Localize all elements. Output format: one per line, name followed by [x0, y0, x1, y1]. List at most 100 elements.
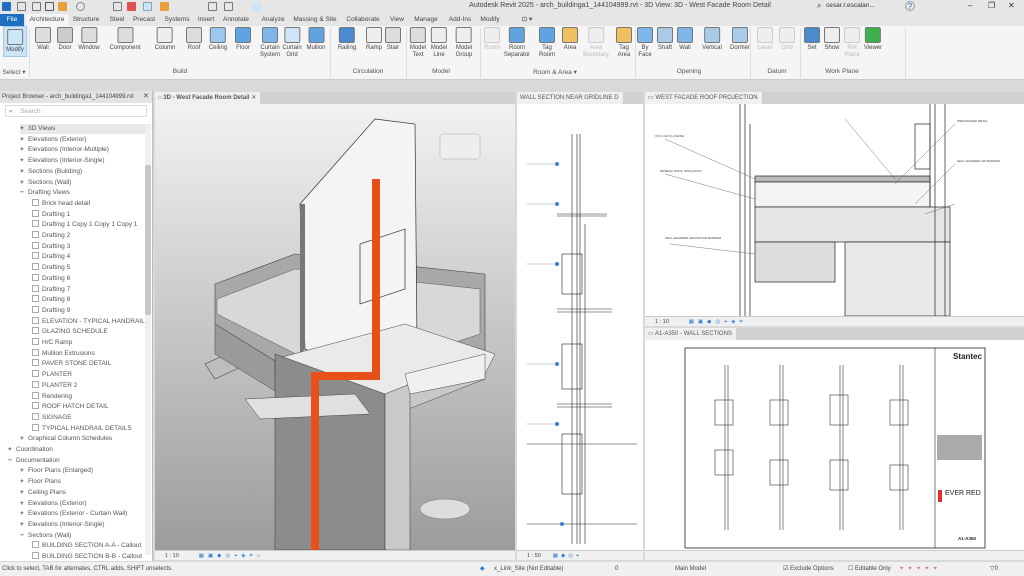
tag-area-button[interactable]: Tag Area — [616, 27, 632, 59]
undo-icon[interactable] — [76, 2, 85, 11]
tree-item[interactable]: − Documentation — [8, 456, 60, 466]
railing-button[interactable]: Railing — [338, 27, 356, 52]
expand-icon[interactable]: + — [20, 145, 28, 155]
tab-systems[interactable]: Systems — [161, 14, 194, 26]
tree-item[interactable]: BUILDING SECTION B-B - Callout — [32, 552, 142, 562]
floor-button[interactable]: Floor — [235, 27, 251, 52]
tab-insert[interactable]: Insert — [194, 14, 218, 26]
collapse-icon[interactable]: − — [8, 456, 16, 466]
tree-item[interactable]: Drafting 8 — [32, 295, 70, 305]
expand-icon[interactable]: + — [20, 499, 28, 509]
set-button[interactable]: Set — [804, 27, 820, 52]
tree-item[interactable]: Drafting 1 — [32, 209, 70, 220]
tree-item[interactable]: + Elevations (Interior-Multiple) — [20, 145, 109, 155]
stair-button[interactable]: Stair — [385, 27, 401, 52]
tree-item[interactable]: Brick head detail — [32, 198, 90, 209]
expand-icon[interactable]: + — [20, 488, 28, 498]
room-button[interactable]: Room — [483, 27, 500, 52]
room-separator-button[interactable]: Room Separator — [504, 27, 530, 59]
open-icon[interactable] — [32, 2, 41, 11]
tree-item[interactable]: + Elevations (Interior-Single) — [20, 156, 105, 166]
expand-icon[interactable]: + — [20, 520, 28, 530]
tab-analyze[interactable]: Analyze — [257, 14, 288, 26]
restore-button[interactable]: ❐ — [988, 1, 995, 10]
tree-item[interactable]: Drafting 2 — [32, 231, 70, 241]
sheet-viewport[interactable]: Stantec EVER RED A1-A350 — [645, 340, 1024, 550]
tree-item[interactable]: ELEVATION - TYPICAL HANDRAIL — [32, 316, 145, 327]
panel-label[interactable]: Room & Area ▾ — [533, 68, 577, 76]
roof-viewport[interactable]: VOC CAP FLASHING MINERAL WOOL INSULATION S… — [645, 104, 1024, 316]
tab-view[interactable]: View — [386, 14, 408, 26]
modify-button[interactable]: Modify — [3, 26, 27, 57]
tree-item[interactable]: PLANTER 2 — [32, 380, 77, 391]
shaft-button[interactable]: Shaft — [657, 27, 673, 52]
expand-icon[interactable]: + — [20, 167, 28, 177]
tab-massing-site[interactable]: Massing & Site — [289, 14, 340, 26]
component-button[interactable]: Component — [109, 27, 141, 52]
vertical-button[interactable]: Vertical — [702, 27, 722, 52]
search-input[interactable]: ⌕ Search — [5, 105, 147, 117]
expand-icon[interactable]: + — [20, 124, 28, 134]
tab-file[interactable]: File — [0, 14, 24, 26]
tree-item[interactable]: Mullion Extrusions — [32, 348, 95, 359]
tree-item[interactable]: + Graphical Column Schedules — [20, 434, 112, 444]
tree-item[interactable]: BUILDING SECTION A-A - Callout — [32, 541, 141, 551]
wall-section-viewport[interactable] — [517, 104, 643, 550]
save-icon[interactable] — [45, 2, 54, 11]
tree-item[interactable]: + Coordination — [8, 445, 53, 455]
tree-item[interactable]: +3D Views — [20, 124, 150, 134]
curtain-grid-button[interactable]: Curtain Grid — [282, 27, 302, 59]
tag-room-button[interactable]: Tag Room — [538, 27, 555, 59]
tab-collaborate[interactable]: Collaborate — [342, 14, 383, 26]
tree-item[interactable]: + Elevations (Exterior - Curtain Wall) — [20, 509, 127, 519]
tree-item[interactable]: PAVER STONE DETAIL — [32, 359, 111, 369]
view-tab-sheet[interactable]: ▭ A1-A350 - WALL SECTIONS — [645, 328, 1024, 340]
tree-item[interactable]: Drafting 4 — [32, 252, 70, 262]
tree-item[interactable]: + Floor Plans (Enlarged) — [20, 466, 93, 476]
tree-item[interactable]: Drafting 7 — [32, 284, 70, 295]
window-button[interactable]: Window — [78, 27, 100, 52]
expand-icon[interactable]: + — [20, 434, 28, 444]
tree-item[interactable]: + Elevations (Exterior) — [20, 499, 87, 509]
wall-button[interactable]: Wall — [677, 27, 693, 52]
close-icon[interactable]: ✕ — [143, 91, 149, 103]
tab--[interactable]: ⊡ ▾ — [518, 14, 537, 26]
tab-annotate[interactable]: Annotate — [219, 14, 253, 26]
ceiling-button[interactable]: Ceiling — [209, 27, 227, 52]
filter-icon[interactable]: ▽0 — [990, 562, 998, 576]
tab-architecture[interactable]: Architecture — [25, 14, 69, 26]
close-icon[interactable]: ✕ — [251, 95, 256, 101]
area-button[interactable]: Area — [562, 27, 578, 52]
tree-item[interactable]: Drafting 9 — [32, 305, 70, 316]
exclude-options-checkbox[interactable]: ☑ Exclude Options — [783, 562, 834, 576]
close-button[interactable]: ✕ — [1008, 1, 1015, 10]
tree-item[interactable]: Drafting 3 — [32, 241, 70, 252]
expand-icon[interactable]: + — [20, 156, 28, 166]
measure-icon[interactable] — [127, 2, 136, 11]
tree-item[interactable]: + Elevations (Interior-Single) — [20, 520, 105, 530]
ramp-button[interactable]: Ramp — [365, 27, 382, 52]
tree-item[interactable]: + Floor Plans — [20, 477, 61, 487]
by-face-button[interactable]: By Face — [637, 27, 653, 59]
help-icon[interactable]: ? — [905, 1, 915, 11]
tree-item[interactable]: PLANTER — [32, 370, 72, 380]
tree-item[interactable]: ROOF HATCH DETAIL — [32, 402, 109, 412]
scrollbar[interactable] — [145, 125, 151, 555]
model-text-button[interactable]: Model Text — [410, 27, 426, 59]
dimension-icon[interactable] — [160, 2, 169, 11]
curtain-system-button[interactable]: Curtain System — [260, 27, 280, 59]
expand-icon[interactable]: + — [20, 509, 28, 519]
scale[interactable]: 1 : 50 — [527, 553, 541, 559]
default-3d-view-icon[interactable] — [224, 2, 233, 11]
expand-icon[interactable]: + — [20, 135, 28, 145]
tree-item[interactable]: + Ceiling Plans — [20, 488, 66, 498]
design-option-selector[interactable]: Main Model — [675, 562, 706, 576]
level-button[interactable]: Level — [757, 27, 773, 52]
sync-icon[interactable] — [58, 2, 67, 11]
column-button[interactable]: Column — [155, 27, 175, 52]
tree-item[interactable]: H/C Ramp — [32, 338, 72, 348]
expand-icon[interactable]: + — [20, 466, 28, 476]
tree-item[interactable]: + Sections (Wall) — [20, 178, 71, 188]
expand-icon[interactable]: + — [20, 178, 28, 188]
tree-item[interactable]: + Elevations (Exterior) — [20, 135, 87, 145]
